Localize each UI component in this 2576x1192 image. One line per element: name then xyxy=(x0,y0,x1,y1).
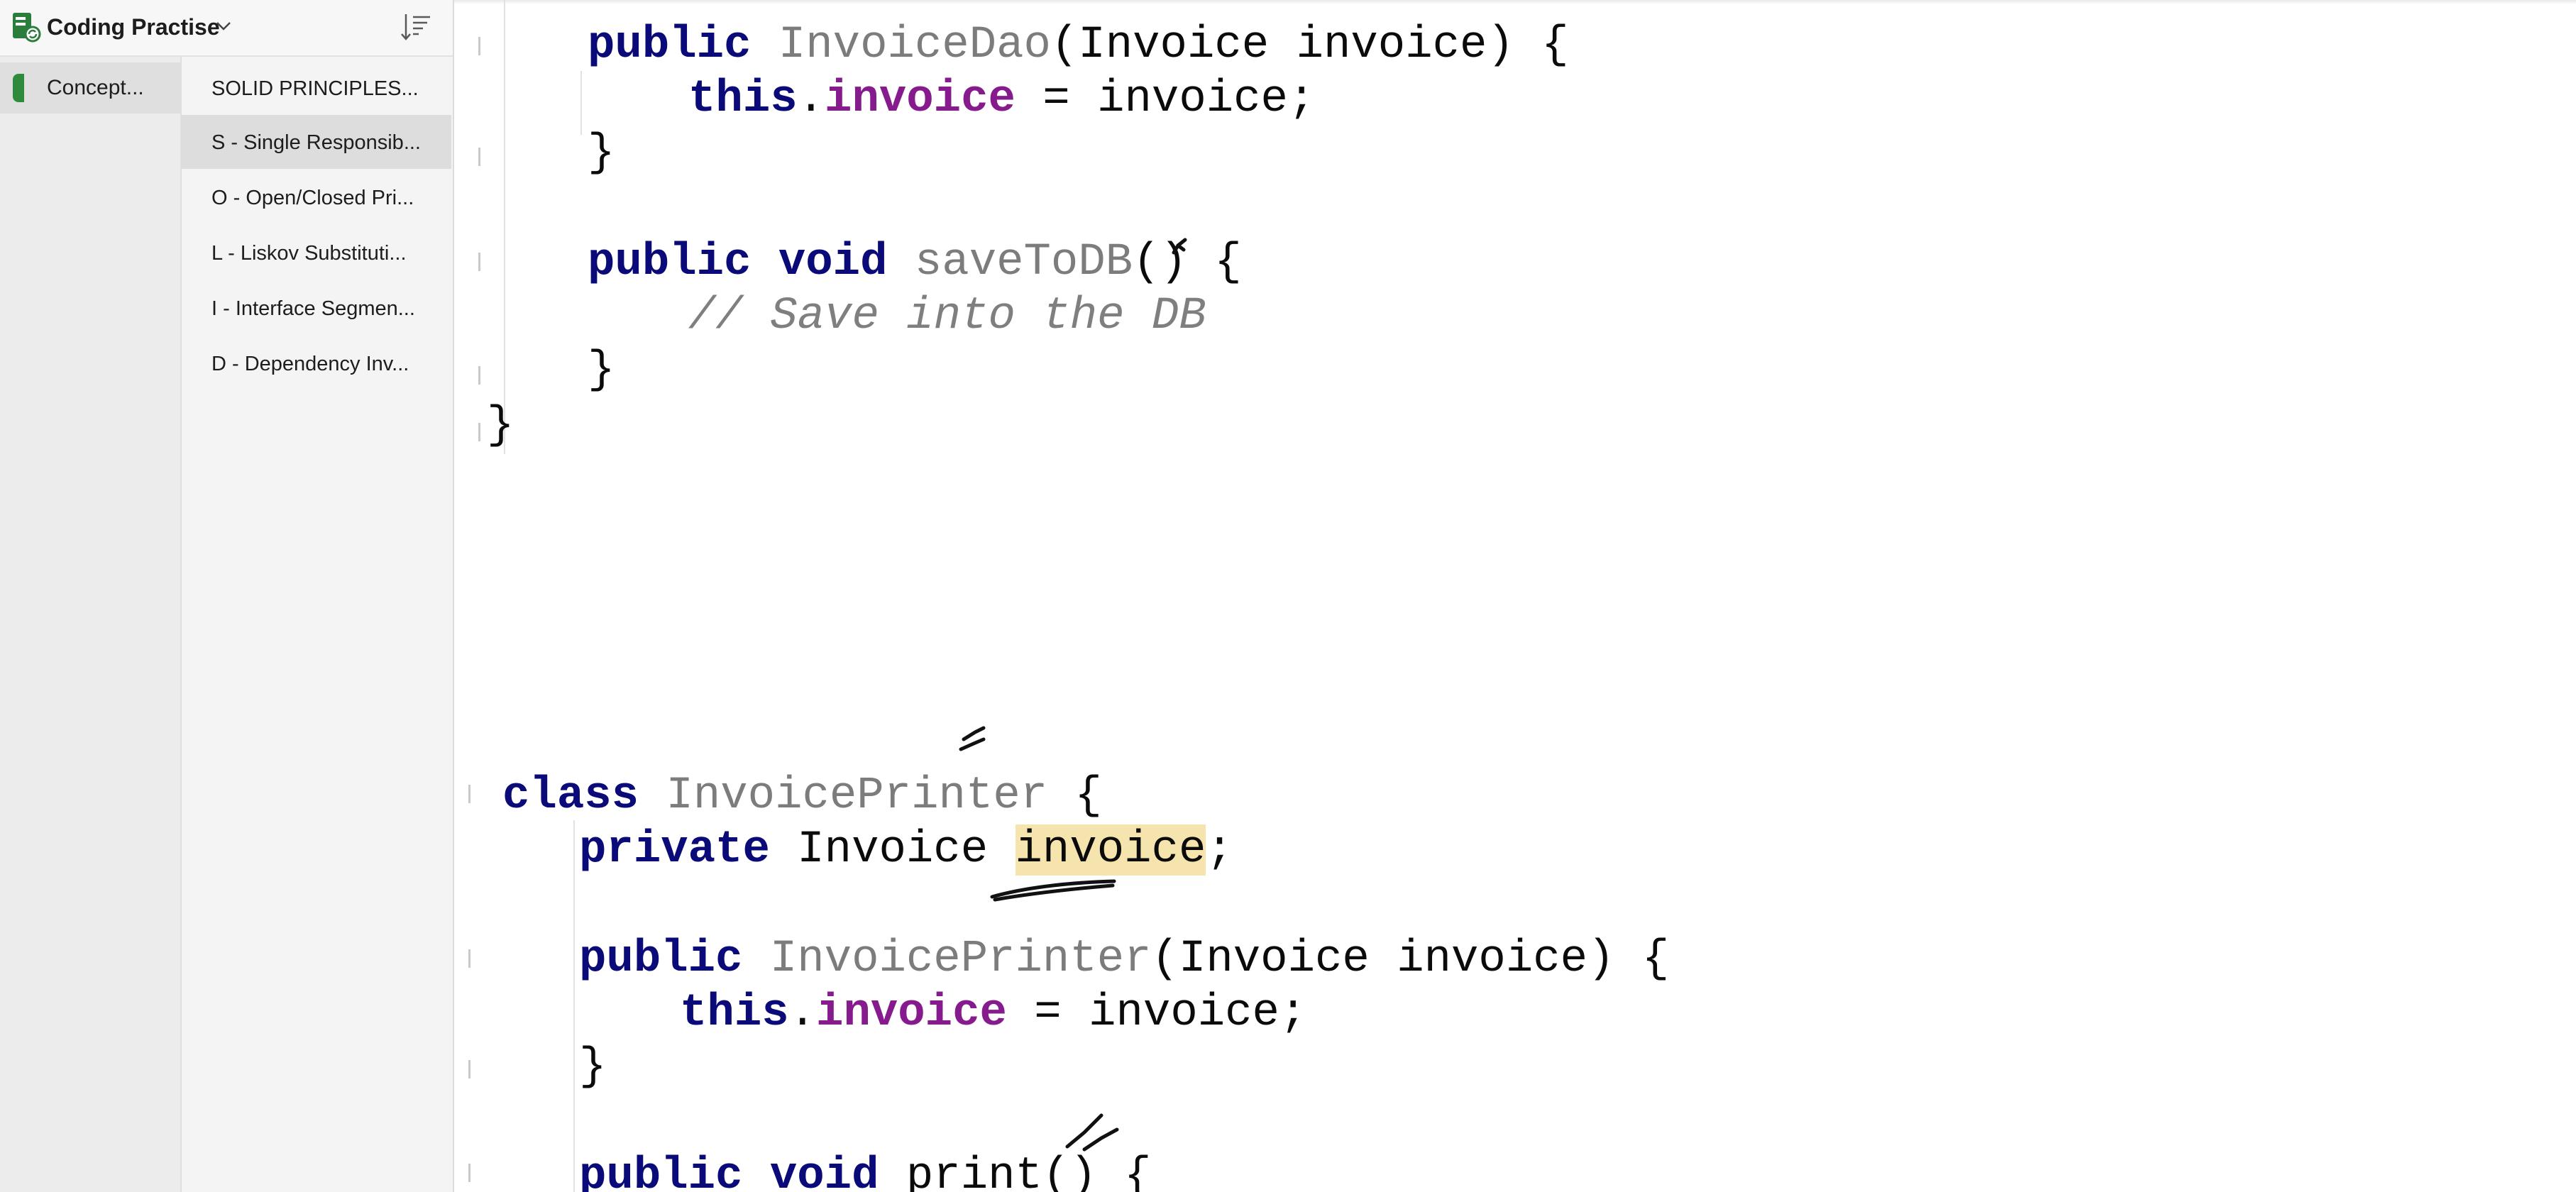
gutter-marker xyxy=(468,785,470,803)
notebook-header: Coding Practise xyxy=(0,0,453,57)
code-text: () { xyxy=(1133,237,1242,288)
page-item-interface-segregation[interactable]: I - Interface Segmen... xyxy=(182,281,451,335)
code-line-dao-save[interactable]: public void saveToDB() { xyxy=(588,236,1242,289)
gutter-marker xyxy=(468,1164,470,1182)
code-text: { xyxy=(1047,771,1102,822)
code-keyword: this xyxy=(688,74,798,125)
page-label: D - Dependency Inv... xyxy=(211,353,409,375)
ink-stroke xyxy=(962,726,986,741)
code-method-name: InvoiceDao xyxy=(778,20,1051,71)
gutter-marker xyxy=(478,366,480,385)
pages-list: SOLID PRINCIPLES... S - Single Responsib… xyxy=(182,57,451,1192)
notebook-sidebar: Coding Practise Concept... SOLID PRINCIP… xyxy=(0,0,454,1192)
page-label: S - Single Responsib... xyxy=(211,131,421,154)
code-line-dao-constructor[interactable]: public InvoiceDao(Invoice invoice) { xyxy=(588,18,1569,72)
canvas-top-shadow xyxy=(454,0,2576,4)
code-keyword: public void xyxy=(588,237,888,288)
code-keyword: public xyxy=(588,20,752,71)
code-keyword: public xyxy=(579,934,743,985)
code-line-dao-comment[interactable]: // Save into the DB xyxy=(688,289,1206,343)
page-item-single-responsibility[interactable]: S - Single Responsib... xyxy=(182,115,451,169)
sort-icon[interactable] xyxy=(399,10,433,44)
code-text: . xyxy=(797,74,825,125)
page-label: L - Liskov Substituti... xyxy=(211,242,407,265)
code-line-printer-field[interactable]: private Invoice invoice; xyxy=(579,823,1233,877)
onenote-notebook-icon xyxy=(13,13,41,43)
ink-stroke xyxy=(1065,1113,1103,1149)
code-keyword: this xyxy=(680,988,789,1039)
code-line-printer-constructor[interactable]: public InvoicePrinter(Invoice invoice) { xyxy=(579,932,1669,986)
gutter-marker xyxy=(468,949,470,968)
gutter-marker xyxy=(478,148,480,166)
indent-guide xyxy=(573,820,575,1192)
code-highlighted-identifier: invoice xyxy=(1015,824,1206,876)
code-method-name: saveToDB xyxy=(914,237,1133,288)
code-line-printer-ctor-close[interactable]: } xyxy=(579,1040,606,1094)
gutter-marker xyxy=(468,1060,470,1078)
ink-stroke xyxy=(990,879,1116,899)
code-class-name: InvoicePrinter xyxy=(666,771,1048,822)
code-field: invoice xyxy=(825,74,1015,125)
code-text: (Invoice invoice) { xyxy=(1050,20,1569,71)
chevron-down-icon[interactable] xyxy=(214,17,233,35)
indent-guide xyxy=(580,71,582,135)
code-text: = invoice; xyxy=(1006,988,1307,1039)
code-line-dao-assign[interactable]: this.invoice = invoice; xyxy=(688,72,1315,126)
sections-list: Concept... xyxy=(0,57,182,1192)
section-item-concepts[interactable]: Concept... xyxy=(0,62,180,114)
code-text: (Invoice invoice) { xyxy=(1151,934,1670,985)
page-item-open-closed[interactable]: O - Open/Closed Pri... xyxy=(182,170,451,224)
gutter-marker xyxy=(478,423,480,441)
notebook-title[interactable]: Coding Practise xyxy=(47,13,220,41)
code-keyword: private xyxy=(579,824,770,876)
code-field: invoice xyxy=(816,988,1007,1039)
code-keyword: public void xyxy=(579,1151,879,1192)
code-line-dao-class-close[interactable]: } xyxy=(487,399,514,453)
code-text: print() { xyxy=(879,1151,1152,1192)
code-text: . xyxy=(788,988,817,1039)
page-item-liskov[interactable]: L - Liskov Substituti... xyxy=(182,226,451,280)
code-line-printer-print[interactable]: public void print() { xyxy=(579,1149,1152,1192)
code-keyword: class xyxy=(502,771,639,822)
page-label: I - Interface Segmen... xyxy=(211,297,415,320)
page-label: O - Open/Closed Pri... xyxy=(211,187,414,209)
code-line-printer-class[interactable]: class InvoicePrinter { xyxy=(502,769,1102,823)
page-label: SOLID PRINCIPLES... xyxy=(211,77,419,100)
page-item-dependency-inversion[interactable]: D - Dependency Inv... xyxy=(182,336,451,390)
section-color-tab xyxy=(13,74,24,102)
code-text: ; xyxy=(1206,824,1233,876)
section-label: Concept... xyxy=(47,76,144,99)
ink-stroke xyxy=(1082,1127,1119,1152)
code-text: = invoice; xyxy=(1015,74,1316,125)
code-method-name: InvoicePrinter xyxy=(769,934,1152,985)
code-line-dao-save-close[interactable]: } xyxy=(588,343,615,397)
page-item-solid-principles[interactable]: SOLID PRINCIPLES... xyxy=(182,61,451,115)
code-text: Invoice xyxy=(769,824,1015,876)
ink-stroke xyxy=(993,883,1115,902)
code-line-printer-assign[interactable]: this.invoice = invoice; xyxy=(680,986,1306,1040)
gutter-marker xyxy=(478,37,480,55)
indent-guide xyxy=(504,0,505,454)
code-line-dao-ctor-close[interactable]: } xyxy=(588,126,615,180)
page-canvas[interactable]: public InvoiceDao(Invoice invoice) { thi… xyxy=(454,0,2576,1192)
ink-stroke xyxy=(959,737,986,751)
gutter-marker xyxy=(478,253,480,271)
